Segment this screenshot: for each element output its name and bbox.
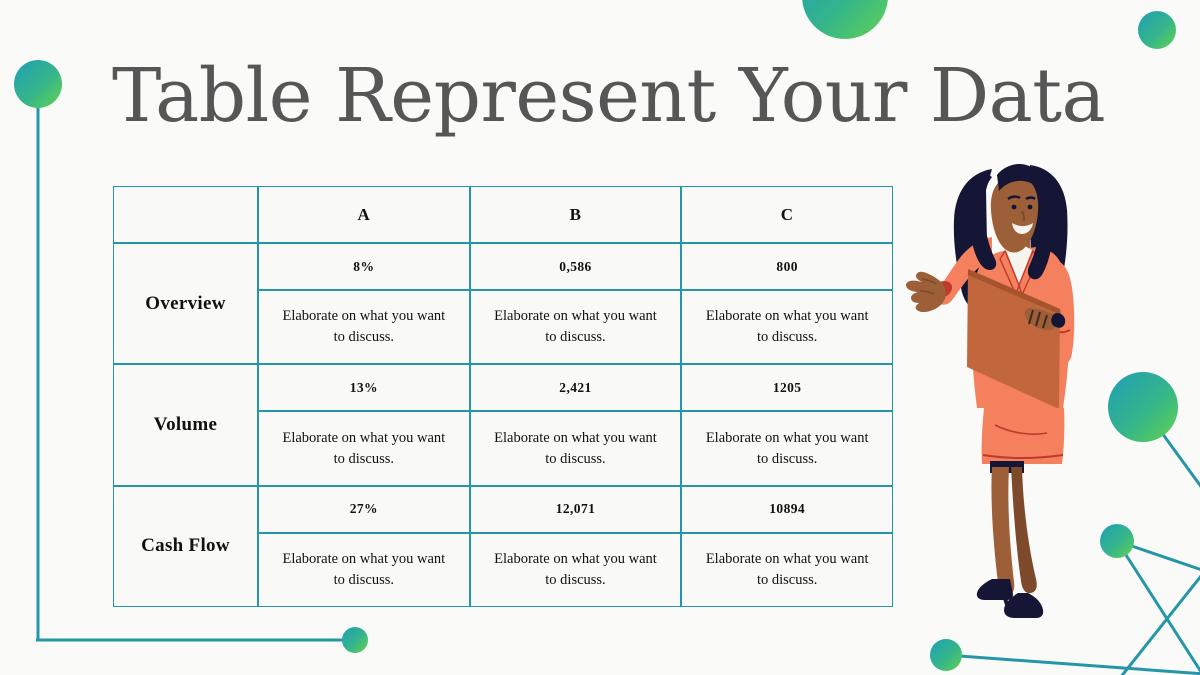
metric-volume-c: 1205 [681, 364, 893, 412]
description-text: Elaborate on what you want to discuss. [705, 308, 869, 346]
description-text: Elaborate on what you want to discuss. [282, 308, 446, 346]
description-text: Elaborate on what you want to discuss. [705, 429, 869, 467]
line-bottom-mid-right [945, 653, 1200, 675]
data-table: A B C Overview 8% 0,586 800 Elaborate on… [113, 186, 893, 607]
slide-canvas: Table Represent Your Data A B C Overview… [0, 0, 1200, 675]
description-text: Elaborate on what you want to discuss. [705, 550, 869, 588]
leg-left [991, 467, 1015, 596]
line-bottom-right-up [1120, 574, 1200, 675]
description-cash-flow-c: Elaborate on what you want to discuss. [681, 532, 893, 607]
description-text: Elaborate on what you want to discuss. [494, 308, 657, 346]
column-header-c: C [681, 186, 893, 243]
row-label-overview: Overview [113, 243, 258, 365]
circle-bottom-left [342, 627, 368, 653]
table-row: Overview 8% 0,586 800 [113, 243, 893, 365]
table-row: Cash Flow 27% 12,071 10894 [113, 485, 893, 607]
column-header-a: A [258, 186, 470, 243]
metric-overview-c: 800 [681, 243, 893, 291]
row-label-volume: Volume [113, 364, 258, 486]
page-title: Table Represent Your Data [112, 53, 1106, 139]
description-volume-b: Elaborate on what you want to discuss. [469, 411, 682, 486]
eye-right [1027, 204, 1033, 210]
metric-cash-flow-b: 12,071 [469, 485, 682, 533]
metric-volume-a: 13% [258, 364, 470, 412]
circle-top-center [802, 0, 888, 39]
table-row: Volume 13% 2,421 1205 [113, 364, 893, 486]
description-overview-a: Elaborate on what you want to discuss. [258, 290, 470, 365]
circle-top-right [1138, 11, 1176, 49]
businesswoman-illustration [906, 163, 1075, 618]
description-cash-flow-b: Elaborate on what you want to discuss. [469, 532, 682, 607]
description-text: Elaborate on what you want to discuss. [282, 550, 446, 588]
column-header-b: B [469, 186, 682, 243]
data-table-container: A B C Overview 8% 0,586 800 Elaborate on… [113, 186, 893, 607]
metric-cash-flow-a: 27% [258, 485, 470, 533]
metric-overview-b: 0,586 [469, 243, 682, 291]
row-label-cash-flow: Cash Flow [113, 485, 258, 607]
metric-cash-flow-c: 10894 [681, 485, 893, 533]
description-volume-a: Elaborate on what you want to discuss. [258, 411, 470, 486]
metric-overview-a: 8% [258, 243, 470, 291]
description-text: Elaborate on what you want to discuss. [494, 429, 657, 467]
description-volume-c: Elaborate on what you want to discuss. [681, 411, 893, 486]
table-header-row: A B C [113, 186, 893, 243]
circle-top-left [14, 60, 62, 108]
description-text: Elaborate on what you want to discuss. [282, 429, 446, 467]
circle-bottom-mid [930, 639, 962, 671]
description-text: Elaborate on what you want to discuss. [494, 550, 657, 588]
description-cash-flow-a: Elaborate on what you want to discuss. [258, 532, 470, 607]
table-corner-cell [113, 186, 258, 243]
eye-left [1011, 204, 1017, 210]
metric-volume-b: 2,421 [469, 364, 682, 412]
line-mid-right-down [1141, 406, 1200, 488]
shoe-back [976, 579, 1013, 600]
description-overview-c: Elaborate on what you want to discuss. [681, 290, 893, 365]
leg-right [1011, 467, 1037, 594]
description-overview-b: Elaborate on what you want to discuss. [469, 290, 682, 365]
